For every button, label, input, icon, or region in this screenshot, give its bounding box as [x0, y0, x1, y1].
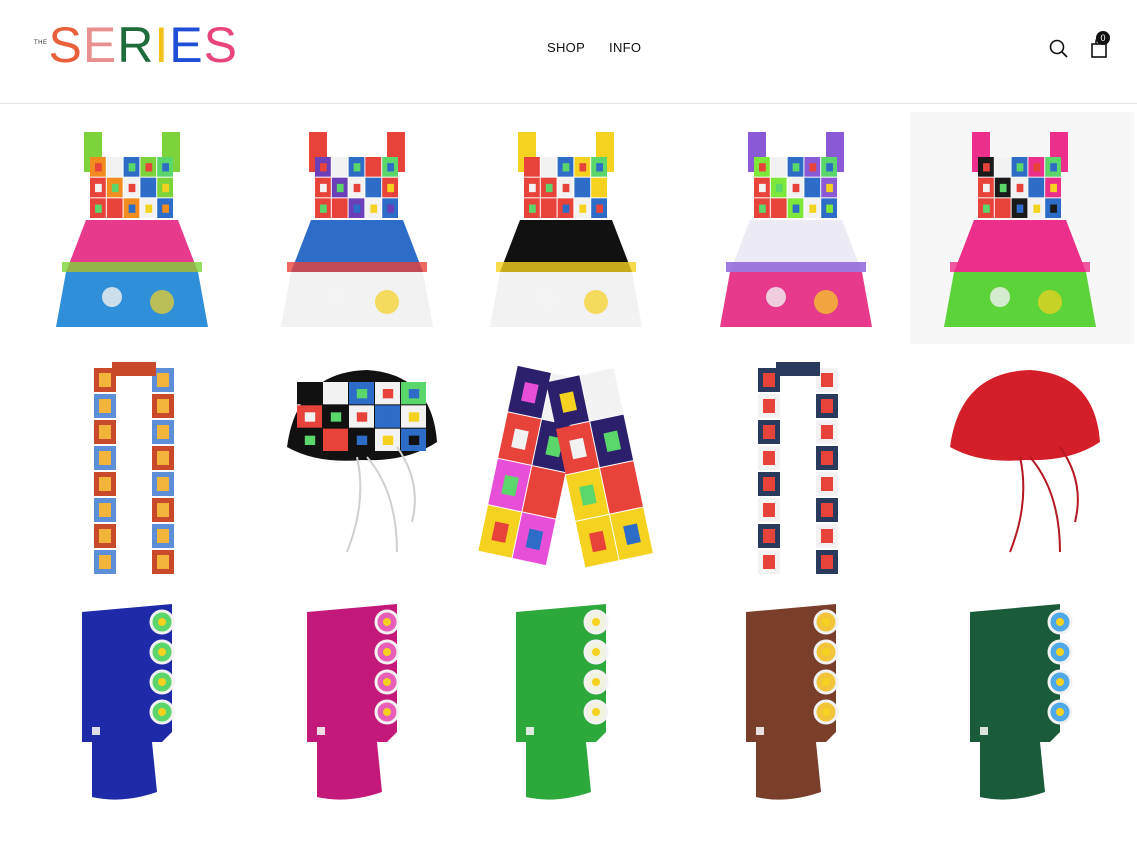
site-header: THE SERIES SHOP INFO 0: [0, 0, 1137, 104]
product-card[interactable]: [910, 352, 1134, 584]
product-card[interactable]: [22, 352, 246, 584]
logo-letter: S: [48, 17, 83, 73]
cart-count-badge: 0: [1096, 31, 1110, 45]
product-card[interactable]: [910, 592, 1134, 824]
product-card[interactable]: [686, 112, 910, 344]
product-image: [720, 132, 872, 327]
nav-info[interactable]: INFO: [609, 40, 641, 55]
product-image: [281, 132, 433, 327]
product-image: [490, 132, 642, 327]
product-card[interactable]: [686, 592, 910, 824]
product-image: [944, 132, 1096, 327]
logo-prefix: THE: [34, 40, 48, 46]
logo-letter: S: [203, 17, 238, 73]
logo-letter: R: [117, 17, 155, 73]
product-image: [516, 604, 609, 800]
header-icons: 0: [1048, 31, 1110, 60]
product-card[interactable]: [456, 592, 680, 824]
logo-letter: E: [82, 17, 118, 73]
product-card[interactable]: [247, 112, 471, 344]
product-card[interactable]: [456, 112, 680, 344]
search-icon[interactable]: [1048, 36, 1070, 60]
product-card[interactable]: [686, 352, 910, 584]
product-card[interactable]: [22, 592, 246, 824]
site-logo[interactable]: THE SERIES: [34, 17, 238, 73]
product-image: [478, 365, 653, 568]
product-image: [307, 604, 400, 800]
logo-letter: E: [169, 17, 204, 73]
nav-shop[interactable]: SHOP: [547, 40, 585, 55]
main-nav: SHOP INFO: [547, 40, 641, 55]
product-card[interactable]: [247, 352, 471, 584]
product-card[interactable]: [22, 112, 246, 344]
product-image: [970, 604, 1073, 800]
product-card[interactable]: [456, 352, 680, 584]
product-image: [287, 370, 437, 553]
logo-letter: I: [154, 17, 170, 73]
product-card[interactable]: [910, 112, 1134, 344]
product-image: [94, 362, 174, 574]
product-image: [758, 362, 838, 574]
product-image: [56, 132, 208, 327]
product-image: [82, 604, 175, 800]
product-image: [746, 604, 839, 800]
product-image: [950, 370, 1100, 553]
product-card[interactable]: [247, 592, 471, 824]
